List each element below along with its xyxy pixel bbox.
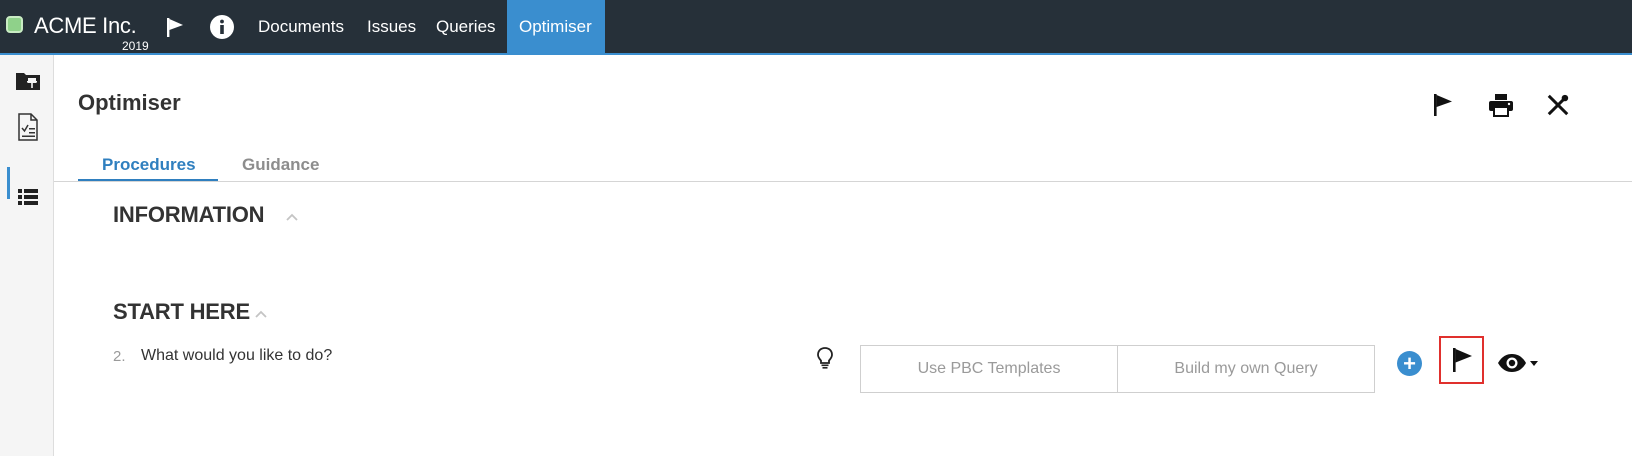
flag-icon: [1452, 348, 1472, 372]
section-heading-start-here[interactable]: START HERE: [113, 299, 250, 325]
caret-down-icon: [1530, 361, 1538, 366]
section-heading-information[interactable]: INFORMATION: [113, 202, 265, 228]
answer-choice-group: Use PBC Templates Build my own Query: [860, 345, 1375, 393]
question-number: 2.: [113, 348, 126, 365]
nav-issues[interactable]: Issues: [355, 0, 428, 55]
add-button[interactable]: +: [1397, 351, 1422, 376]
tab-guidance[interactable]: Guidance: [242, 155, 319, 175]
use-pbc-templates-option[interactable]: Use PBC Templates: [861, 346, 1117, 392]
sidebar-active-indicator: [7, 167, 10, 199]
eye-icon: [1498, 354, 1526, 372]
checklist-document-icon[interactable]: [14, 113, 42, 141]
plus-icon: +: [1403, 350, 1416, 376]
chevron-up-icon[interactable]: [255, 308, 267, 320]
chevron-up-icon[interactable]: [286, 211, 298, 223]
flag-icon[interactable]: [1428, 90, 1458, 120]
brand-name: ACME Inc.: [34, 13, 137, 38]
brand-logo: [6, 16, 23, 33]
print-icon[interactable]: [1486, 90, 1516, 120]
info-icon[interactable]: [207, 12, 237, 42]
visibility-dropdown[interactable]: [1497, 350, 1541, 376]
nav-documents[interactable]: Documents: [246, 0, 356, 55]
flag-button[interactable]: [1439, 336, 1484, 384]
tools-icon[interactable]: [1546, 90, 1570, 120]
page-title: Optimiser: [78, 90, 181, 115]
sidebar: [0, 55, 54, 456]
flag-icon[interactable]: [160, 12, 190, 42]
nav-queries[interactable]: Queries: [424, 0, 508, 55]
tabs-divider: [54, 181, 1632, 182]
nav-optimiser[interactable]: Optimiser: [507, 0, 605, 55]
question-text: What would you like to do?: [141, 347, 333, 364]
tab-procedures[interactable]: Procedures: [102, 155, 196, 175]
list-view-icon[interactable]: [14, 183, 42, 211]
pinned-folder-icon[interactable]: [14, 67, 42, 95]
brand-year: 2019: [122, 39, 149, 53]
top-navigation-bar: ACME Inc. 2019 Documents Issues Queries …: [0, 0, 1632, 55]
lightbulb-icon[interactable]: [814, 346, 836, 370]
build-own-query-option[interactable]: Build my own Query: [1117, 346, 1374, 392]
